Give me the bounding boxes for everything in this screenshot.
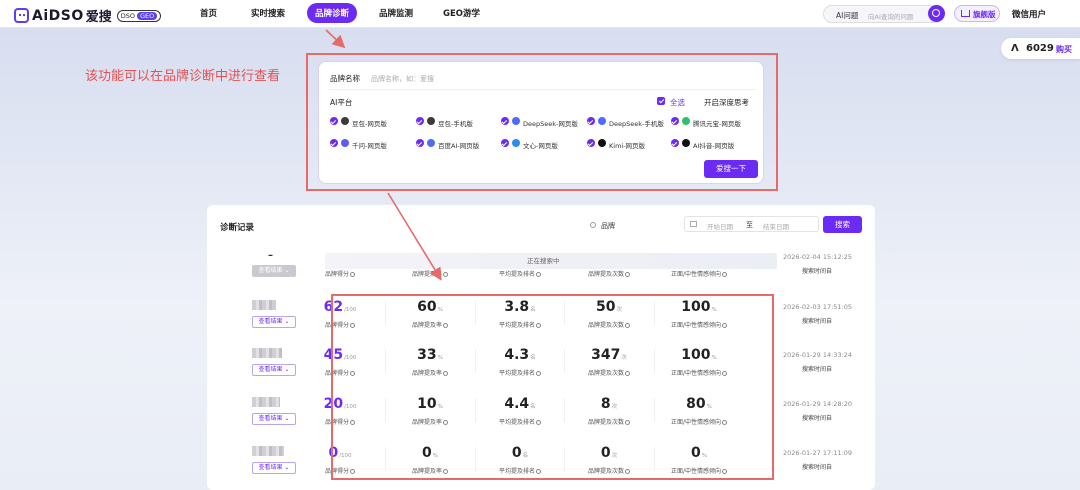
- annotation-arrows: [325, 29, 442, 281]
- arrow-to-nav: [325, 29, 346, 49]
- arrow-to-results: [387, 192, 442, 281]
